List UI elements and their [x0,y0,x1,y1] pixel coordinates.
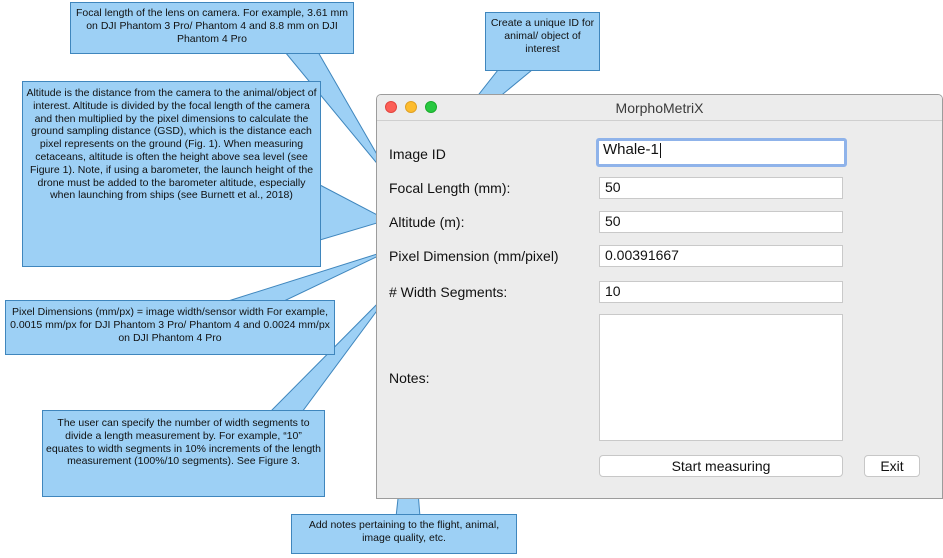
pixel-dimension-input[interactable]: 0.00391667 [599,245,843,267]
focal-length-callout: Focal length of the lens on camera. For … [70,2,354,54]
width-segments-label: # Width Segments: [389,284,508,300]
focal-length-label: Focal Length (mm): [389,180,511,196]
morphometrix-window: MorphoMetriX Image ID Whale-1 Focal Leng… [376,94,943,499]
image-id-label: Image ID [389,146,446,162]
altitude-input[interactable]: 50 [599,211,843,233]
title-bar: MorphoMetriX [377,95,942,121]
exit-button[interactable]: Exit [864,455,920,477]
window-title: MorphoMetriX [615,100,704,116]
start-measuring-button[interactable]: Start measuring [599,455,843,477]
altitude-label: Altitude (m): [389,214,465,230]
text-cursor [659,142,661,158]
notes-callout: Add notes pertaining to the flight, anim… [291,514,517,554]
focal-length-input[interactable]: 50 [599,177,843,199]
width-segments-input[interactable]: 10 [599,281,843,303]
width-segments-callout: The user can specify the number of width… [42,410,325,497]
image-id-value: Whale-1 [603,141,659,158]
pixel-dimension-callout: Pixel Dimensions (mm/px) = image width/s… [5,300,335,355]
notes-label: Notes: [389,370,430,386]
image-id-input[interactable]: Whale-1 [596,138,847,167]
image-id-callout: Create a unique ID for animal/ object of… [485,12,600,71]
notes-textarea[interactable] [599,314,843,441]
altitude-callout: Altitude is the distance from the camera… [22,81,321,267]
pixel-dimension-label: Pixel Dimension (mm/pixel) [389,248,559,264]
